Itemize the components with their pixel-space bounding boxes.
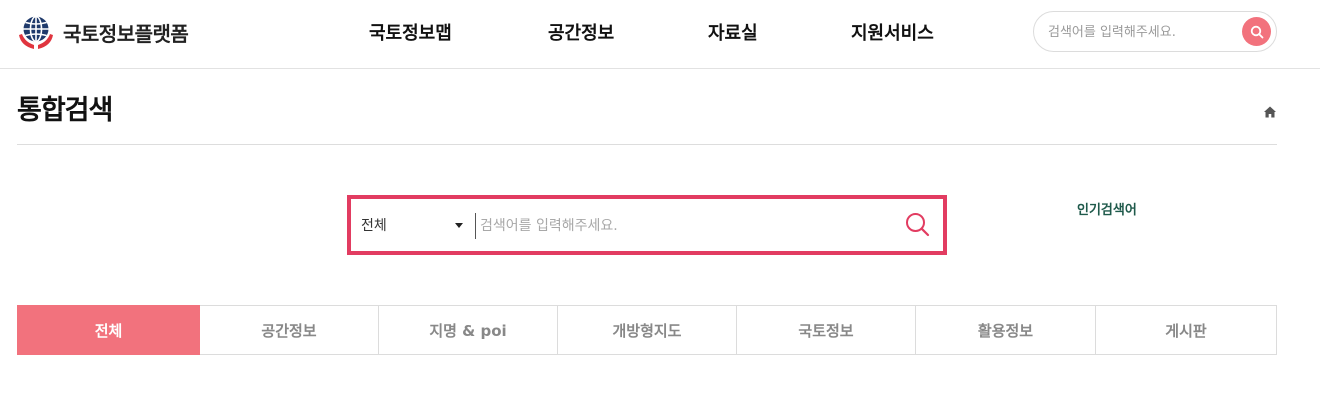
- tab-usage-info[interactable]: 활용정보: [916, 305, 1096, 355]
- search-input[interactable]: [475, 213, 895, 239]
- tab-all[interactable]: 전체: [17, 305, 200, 355]
- logo-text: 국토정보플랫폼: [63, 21, 189, 46]
- caret-down-icon: [455, 223, 463, 228]
- nav-item-spatial-info[interactable]: 공간정보: [548, 19, 614, 45]
- home-icon[interactable]: [1263, 104, 1277, 118]
- site-header: 국토정보플랫폼 국토정보맵 공간정보 자료실 지원서비스: [0, 0, 1320, 69]
- nav-item-support[interactable]: 지원서비스: [851, 19, 934, 45]
- tab-open-map[interactable]: 개방형지도: [558, 305, 737, 355]
- category-tabs: 전체 공간정보 지명 & poi 개방형지도 국토정보 활용정보 게시판: [17, 305, 1277, 355]
- page-title: 통합검색: [17, 95, 113, 126]
- search-icon: [1250, 25, 1263, 38]
- search-scope-select[interactable]: 전체: [361, 211, 469, 239]
- tab-board[interactable]: 게시판: [1096, 305, 1277, 355]
- tab-land-info[interactable]: 국토정보: [737, 305, 916, 355]
- header-search-button[interactable]: [1242, 17, 1271, 46]
- search-button[interactable]: [903, 210, 933, 240]
- title-divider: [17, 144, 1277, 145]
- integrated-search-box: 전체: [347, 195, 947, 255]
- tab-spatial-info[interactable]: 공간정보: [200, 305, 379, 355]
- nav-item-map[interactable]: 국토정보맵: [369, 19, 452, 45]
- header-search: [1033, 11, 1277, 52]
- popular-keywords-link[interactable]: 인기검색어: [1077, 199, 1137, 218]
- globe-hands-icon: [17, 13, 55, 51]
- search-scope-value: 전체: [361, 218, 387, 234]
- header-search-input[interactable]: [1048, 22, 1238, 42]
- tab-place-poi[interactable]: 지명 & poi: [379, 305, 558, 355]
- nav-item-archive[interactable]: 자료실: [708, 19, 758, 45]
- site-logo[interactable]: 국토정보플랫폼: [17, 12, 189, 52]
- search-icon: [906, 213, 930, 237]
